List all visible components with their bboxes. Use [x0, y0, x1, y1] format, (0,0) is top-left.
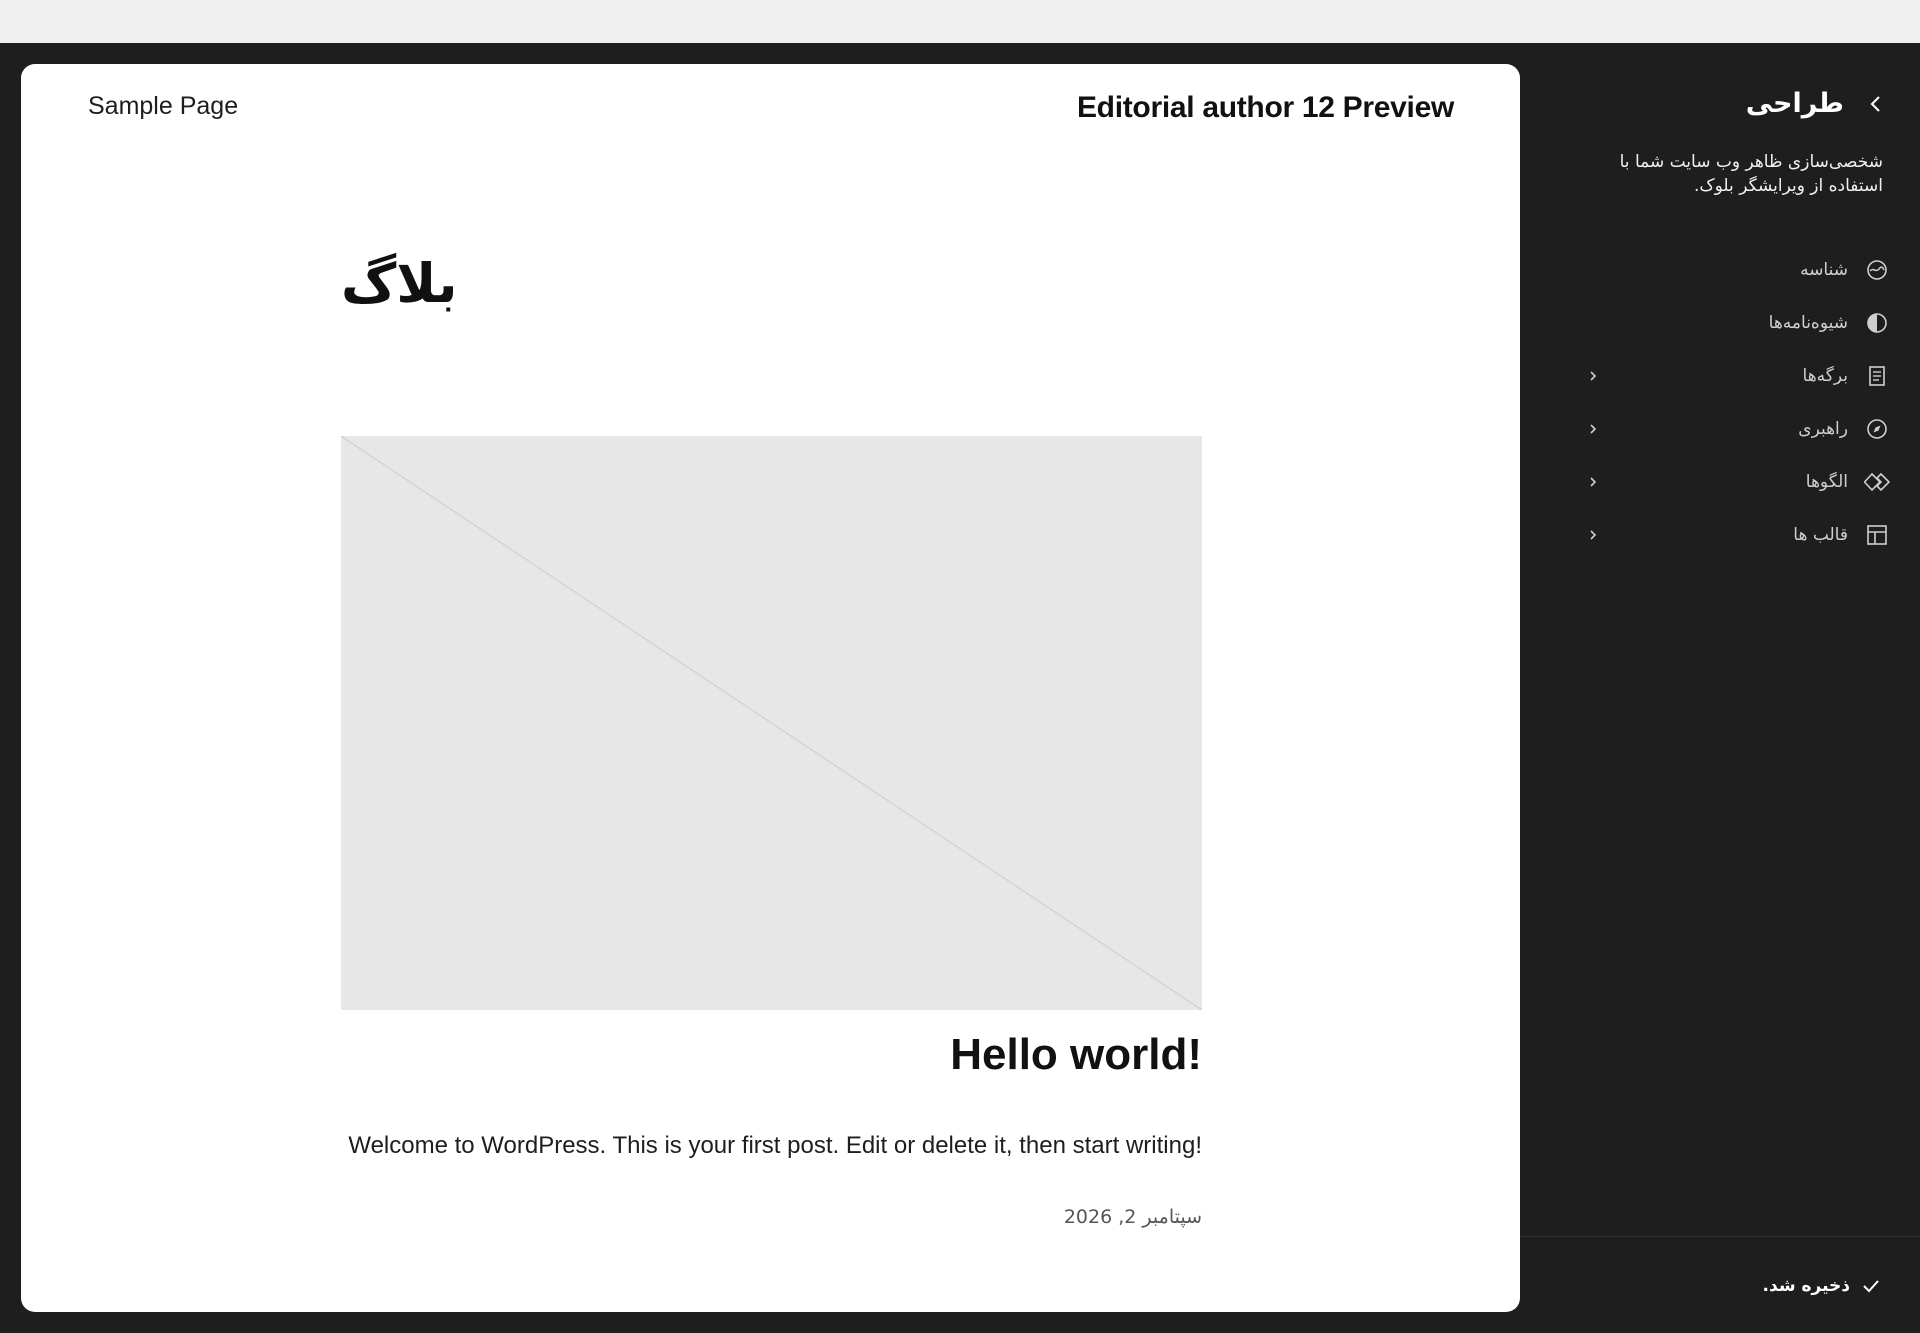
- design-sidebar: طراحی شخصی‌سازی ظاهر وب سایت شما با استف…: [1520, 43, 1920, 1333]
- chevron-left-icon: [1870, 95, 1880, 112]
- menu-item-label: قالب ها: [1793, 524, 1848, 545]
- menu-item-label: شیوه‌نامه‌ها: [1768, 312, 1848, 333]
- sidebar-header: طراحی: [1746, 88, 1890, 119]
- menu-item-patterns[interactable]: الگوها: [1560, 455, 1890, 508]
- menu-item-templates[interactable]: قالب ها: [1560, 508, 1890, 561]
- site-header: Sample Page Editorial author 12 Preview: [21, 64, 1520, 174]
- post-excerpt: Welcome to WordPress. This is your first…: [348, 1132, 1202, 1159]
- chevron-right-icon: [1588, 470, 1598, 494]
- styles-icon: [1864, 310, 1890, 336]
- menu-item-label: الگوها: [1805, 471, 1848, 492]
- navigation-icon: [1864, 416, 1890, 442]
- chevron-right-icon: [1588, 364, 1598, 388]
- menu-item-styles[interactable]: شیوه‌نامه‌ها: [1560, 296, 1890, 349]
- menu-item-navigation[interactable]: راهبری: [1560, 402, 1890, 455]
- sidebar-footer-divider: [1520, 1236, 1920, 1237]
- post-date: سپتامبر 2, 2026: [1063, 1206, 1202, 1228]
- sidebar-title: طراحی: [1745, 88, 1844, 119]
- blog-heading: بلاگ: [341, 252, 458, 315]
- identity-icon: [1864, 257, 1890, 283]
- menu-item-label: شناسه: [1800, 259, 1848, 280]
- check-icon: [1862, 1274, 1880, 1298]
- site-title[interactable]: Editorial author 12 Preview: [1077, 91, 1454, 125]
- menu-item-label: برگه‌ها: [1802, 365, 1848, 386]
- post-title[interactable]: Hello world!: [341, 1030, 1202, 1080]
- placeholder-diagonal-icon: [341, 436, 1202, 1010]
- featured-image-placeholder: [341, 436, 1202, 1010]
- browser-top-bar: [0, 0, 1920, 43]
- design-menu: شناسه شیوه‌نامه‌ها برگه‌ها راهبری: [1560, 243, 1890, 561]
- menu-item-identity[interactable]: شناسه: [1560, 243, 1890, 296]
- templates-icon: [1864, 522, 1890, 548]
- site-preview-canvas[interactable]: Sample Page Editorial author 12 Preview …: [21, 64, 1520, 1312]
- chevron-right-icon: [1588, 523, 1598, 547]
- save-status: ذخیره شد.: [1763, 1274, 1880, 1298]
- menu-item-pages[interactable]: برگه‌ها: [1560, 349, 1890, 402]
- back-button[interactable]: [1862, 90, 1890, 118]
- patterns-icon: [1864, 469, 1890, 495]
- save-status-label: ذخیره شد.: [1762, 1276, 1850, 1296]
- sidebar-description: شخصی‌سازی ظاهر وب سایت شما با استفاده از…: [1619, 152, 1883, 196]
- chevron-right-icon: [1588, 417, 1598, 441]
- menu-item-label: راهبری: [1798, 418, 1848, 439]
- pages-icon: [1864, 363, 1890, 389]
- nav-link-sample-page[interactable]: Sample Page: [88, 92, 238, 121]
